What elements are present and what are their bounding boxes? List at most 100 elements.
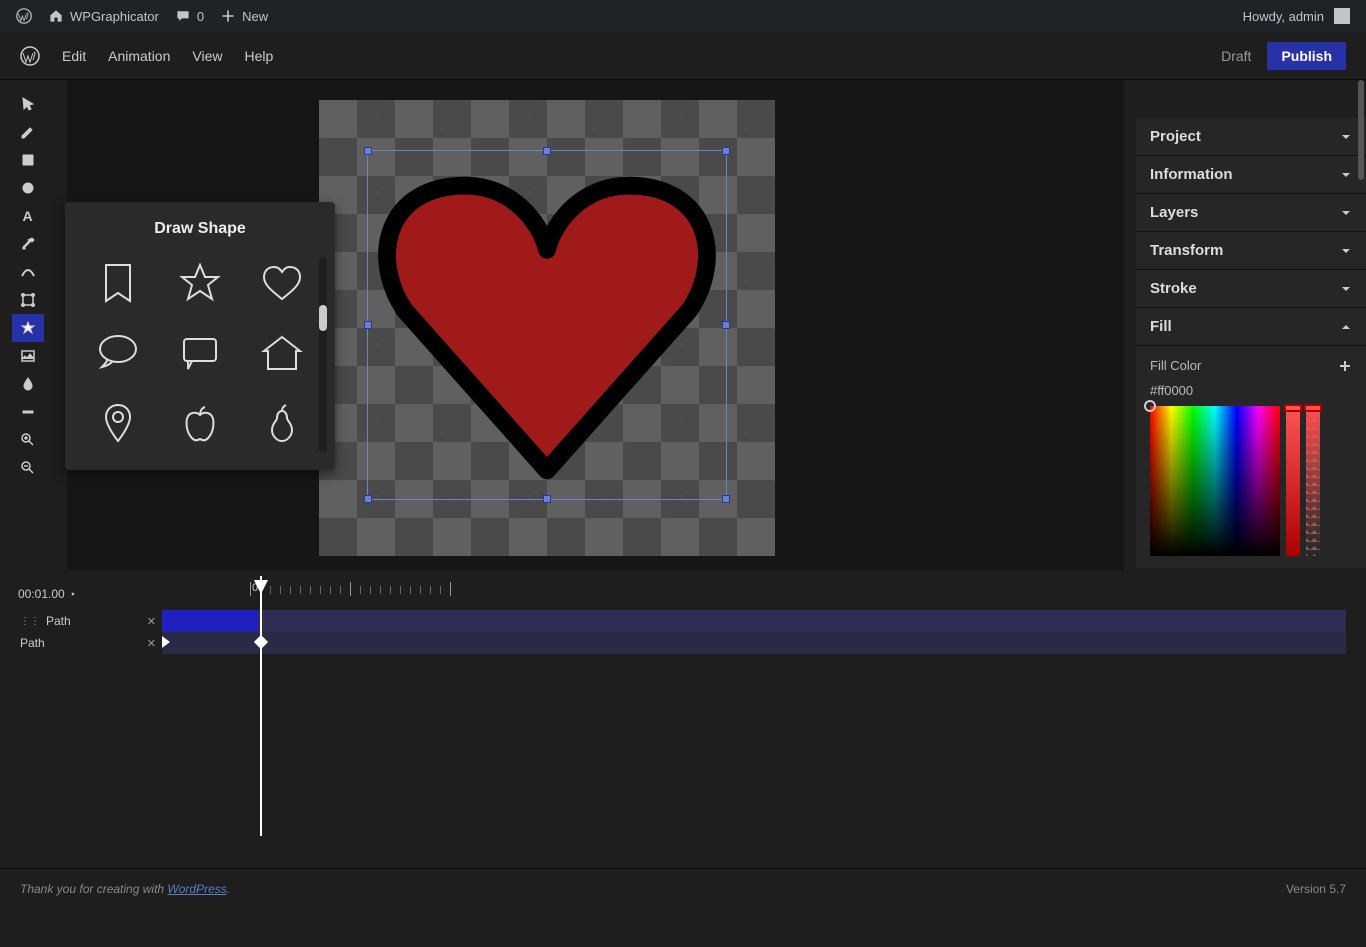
panel-transform[interactable]: Transform xyxy=(1136,232,1366,270)
menu-animation[interactable]: Animation xyxy=(108,48,170,64)
selection-box[interactable] xyxy=(367,150,727,500)
menu-edit[interactable]: Edit xyxy=(62,48,86,64)
panel-scrollbar[interactable] xyxy=(1358,80,1364,180)
shape-tool[interactable] xyxy=(12,314,44,342)
shape-popup-title: Draw Shape xyxy=(83,220,317,238)
time-display: 00:01.00 xyxy=(18,587,65,601)
draft-button[interactable]: Draft xyxy=(1221,48,1251,64)
handle-bm[interactable] xyxy=(543,495,551,503)
shape-speech[interactable] xyxy=(83,324,153,382)
handle-mr[interactable] xyxy=(722,321,730,329)
heart-icon xyxy=(260,261,304,305)
hue-handle[interactable] xyxy=(1284,404,1302,412)
rect-tool[interactable] xyxy=(12,146,44,174)
handle-bl[interactable] xyxy=(364,495,372,503)
zoom-in-tool[interactable] xyxy=(12,426,44,454)
right-panel: Project Information Layers Transform Str… xyxy=(1136,80,1366,570)
new-label: New xyxy=(242,9,268,24)
drop-icon xyxy=(20,376,36,392)
pencil-tool[interactable] xyxy=(12,118,44,146)
transform-tool[interactable] xyxy=(12,286,44,314)
star-icon xyxy=(20,320,36,336)
panel-information[interactable]: Information xyxy=(1136,156,1366,194)
minus-tool[interactable] xyxy=(12,398,44,426)
pin-icon xyxy=(96,401,140,445)
track-1-segment[interactable] xyxy=(162,610,258,632)
shape-apple[interactable] xyxy=(165,394,235,452)
shape-scroll-thumb[interactable] xyxy=(319,305,327,331)
zoom-out-icon xyxy=(20,460,36,476)
select-tool[interactable] xyxy=(12,90,44,118)
handle-tm[interactable] xyxy=(543,147,551,155)
track-2-close[interactable]: ✕ xyxy=(147,637,156,650)
plus-icon xyxy=(220,8,236,24)
wp-logo[interactable] xyxy=(8,0,40,32)
playhead-marker[interactable] xyxy=(254,580,268,594)
user-menu[interactable]: Howdy, admin xyxy=(1235,0,1358,32)
timeline-ruler[interactable]: 0 xyxy=(250,578,1346,606)
shape-star[interactable] xyxy=(165,254,235,312)
text-tool[interactable]: A xyxy=(12,202,44,230)
track-2[interactable]: Path✕ xyxy=(0,632,1346,654)
star-icon xyxy=(178,261,222,305)
chevron-down-icon xyxy=(1340,283,1352,295)
path-tool[interactable] xyxy=(12,258,44,286)
handle-tl[interactable] xyxy=(364,147,372,155)
track-2-key-start[interactable] xyxy=(162,636,170,648)
eyedropper-tool[interactable] xyxy=(12,230,44,258)
comments-link[interactable]: 0 xyxy=(167,0,212,32)
zoom-out-tool[interactable] xyxy=(12,454,44,482)
shape-comment[interactable] xyxy=(165,324,235,382)
panel-fill[interactable]: Fill xyxy=(1136,308,1366,346)
hex-input[interactable] xyxy=(1150,381,1250,400)
ellipse-tool[interactable] xyxy=(12,174,44,202)
alpha-slider[interactable] xyxy=(1306,406,1320,556)
handle-ml[interactable] xyxy=(364,321,372,329)
panel-layers[interactable]: Layers xyxy=(1136,194,1366,232)
footer-wp-link[interactable]: WordPress xyxy=(167,882,226,896)
eyedropper-icon xyxy=(20,236,36,252)
menu-help[interactable]: Help xyxy=(244,48,273,64)
panel-project[interactable]: Project xyxy=(1136,118,1366,156)
footer-thank: Thank you for creating with xyxy=(20,882,167,896)
color-field[interactable] xyxy=(1150,406,1280,556)
track-1[interactable]: ⋮⋮Path✕ xyxy=(0,610,1346,632)
comments-count: 0 xyxy=(197,9,204,24)
shape-pin[interactable] xyxy=(83,394,153,452)
wp-admin-bar: WPGraphicator 0 New Howdy, admin xyxy=(0,0,1366,32)
track-1-close[interactable]: ✕ xyxy=(147,615,156,628)
footer: Thank you for creating with WordPress. V… xyxy=(0,868,1366,908)
shape-scrollbar[interactable] xyxy=(319,257,327,452)
image-icon xyxy=(20,348,36,364)
handle-br[interactable] xyxy=(722,495,730,503)
left-toolbar: A xyxy=(0,80,55,570)
menu-view[interactable]: View xyxy=(192,48,222,64)
circle-icon xyxy=(20,180,36,196)
drag-icon[interactable]: ⋮⋮ xyxy=(20,616,40,627)
cursor-icon xyxy=(20,96,36,112)
shape-house[interactable] xyxy=(247,324,317,382)
publish-button[interactable]: Publish xyxy=(1267,42,1346,70)
drop-tool[interactable] xyxy=(12,370,44,398)
image-tool[interactable] xyxy=(12,342,44,370)
shape-pear[interactable] xyxy=(247,394,317,452)
wordpress-icon[interactable] xyxy=(20,46,40,66)
howdy-text: Howdy, admin xyxy=(1243,9,1324,24)
handle-tr[interactable] xyxy=(722,147,730,155)
new-link[interactable]: New xyxy=(212,0,276,32)
pear-icon xyxy=(260,401,304,445)
alpha-handle[interactable] xyxy=(1304,404,1322,412)
play-icon[interactable] xyxy=(71,589,75,599)
playhead[interactable] xyxy=(260,576,262,836)
text-icon: A xyxy=(22,208,32,224)
comment-icon xyxy=(178,331,222,375)
chevron-down-icon xyxy=(1340,131,1352,143)
shape-heart[interactable] xyxy=(247,254,317,312)
hue-slider[interactable] xyxy=(1286,406,1300,556)
site-link[interactable]: WPGraphicator xyxy=(40,0,167,32)
panel-stroke[interactable]: Stroke xyxy=(1136,270,1366,308)
plus-icon[interactable] xyxy=(1338,359,1352,373)
minus-icon xyxy=(20,404,36,420)
color-cursor[interactable] xyxy=(1144,400,1156,412)
shape-bookmark[interactable] xyxy=(83,254,153,312)
